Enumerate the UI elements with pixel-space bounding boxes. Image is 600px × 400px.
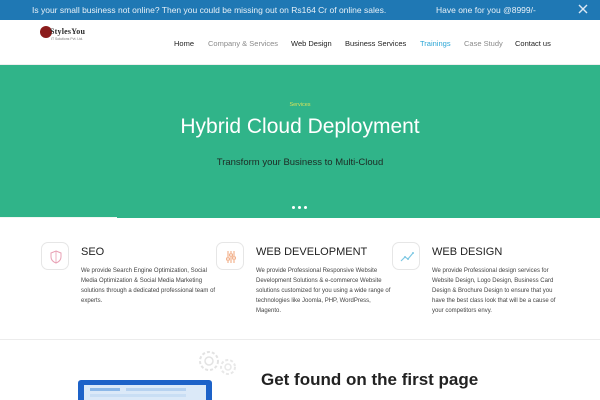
screen-bar xyxy=(126,388,186,391)
logo-text: StylesYou xyxy=(50,27,86,36)
screen-bar xyxy=(90,388,120,391)
sliders-icon xyxy=(226,251,236,263)
promo-offer-link[interactable]: Have one for you @8999/- xyxy=(436,5,536,15)
hero-badge: Services xyxy=(289,102,311,108)
service-icon-box xyxy=(41,242,69,270)
nav-item-case-study[interactable]: Case Study xyxy=(464,39,503,48)
service-description: We provide Professional design services … xyxy=(432,268,556,314)
nav-item-business-services[interactable]: Business Services xyxy=(345,39,406,48)
section-heading: Get found on the first page xyxy=(261,370,479,389)
promo-bar: Is your small business not online? Then … xyxy=(0,0,600,20)
screen-bar xyxy=(90,394,186,397)
trend-chart-icon xyxy=(400,252,414,262)
hero-slider: Services Hybrid Cloud Deployment Transfo… xyxy=(0,65,600,218)
slider-dot-2[interactable] xyxy=(298,206,301,209)
service-icon-box xyxy=(392,242,420,270)
service-title: SEO xyxy=(81,246,105,258)
slider-progress-bar xyxy=(0,217,117,218)
site-header: StylesYou IT Solutions Pvt. Ltd. Home Co… xyxy=(0,20,600,65)
service-title: WEB DEVELOPMENT xyxy=(256,246,368,258)
service-title: WEB DESIGN xyxy=(432,246,503,258)
laptop-illustration xyxy=(78,380,212,400)
nav-item-trainings[interactable]: Trainings xyxy=(420,39,451,48)
logo[interactable]: StylesYou IT Solutions Pvt. Ltd. xyxy=(40,23,90,47)
service-description: We provide Search Engine Optimization, S… xyxy=(81,268,216,304)
nav-item-home[interactable]: Home xyxy=(174,39,194,48)
nav-item-web-design[interactable]: Web Design xyxy=(291,39,332,48)
nav-item-company-services[interactable]: Company & Services xyxy=(208,39,278,48)
close-icon[interactable] xyxy=(577,3,589,15)
shield-icon xyxy=(50,250,62,264)
hero-title: Hybrid Cloud Deployment xyxy=(180,115,420,138)
service-description: We provide Professional Responsive Websi… xyxy=(256,268,391,314)
service-icon-box xyxy=(216,242,244,270)
slider-dot-3[interactable] xyxy=(304,206,307,209)
logo-tagline: IT Solutions Pvt. Ltd. xyxy=(51,37,84,41)
section-divider xyxy=(0,339,600,340)
slider-dot-1[interactable] xyxy=(292,206,295,209)
nav-item-contact-us[interactable]: Contact us xyxy=(515,39,551,48)
hero-subtitle: Transform your Business to Multi-Cloud xyxy=(216,157,384,168)
promo-message: Is your small business not online? Then … xyxy=(32,5,387,15)
gears-icon xyxy=(199,351,236,375)
